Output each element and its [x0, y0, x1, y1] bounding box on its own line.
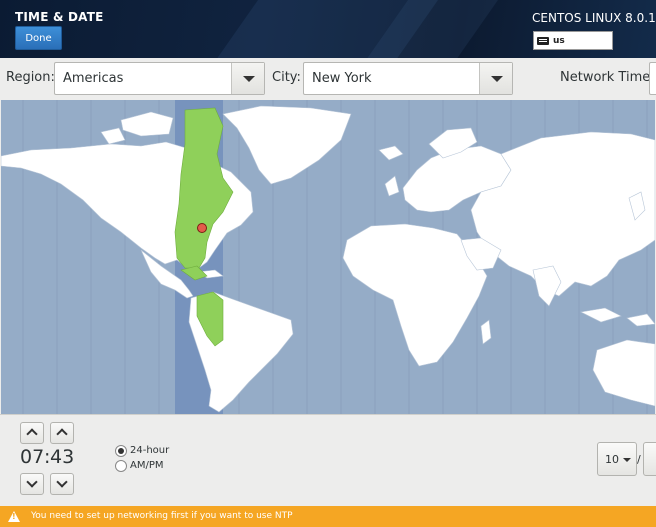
world-map-svg[interactable] [1, 100, 655, 414]
landmasses [1, 105, 655, 413]
minutes-decrease-button[interactable] [50, 473, 74, 495]
format-24-hour-radio[interactable] [115, 445, 127, 457]
city-location-pin-icon[interactable] [197, 223, 207, 233]
city-value: New York [312, 71, 372, 86]
hours-value: 07 [20, 446, 45, 468]
minutes-value: 43 [50, 446, 75, 468]
page-title: TIME & DATE [15, 10, 104, 24]
region-label: Region: [6, 70, 55, 85]
month-dropdown-arrow-icon [623, 458, 631, 462]
timezone-selector-row: Region: Americas City: New York Network … [0, 58, 656, 100]
header-bar: TIME & DATE Done CENTOS LINUX 8.0.1905 u… [0, 0, 656, 58]
hours-increase-button[interactable] [20, 422, 44, 444]
product-title: CENTOS LINUX 8.0.1905 [532, 11, 656, 25]
ntp-warning-bar: You need to set up networking first if y… [0, 506, 656, 527]
network-time-switch[interactable] [649, 62, 656, 95]
city-dropdown-arrow-icon[interactable] [479, 63, 512, 94]
format-ampm-radio[interactable] [115, 460, 127, 472]
region-combo[interactable]: Americas [54, 62, 265, 95]
keyboard-layout-label: us [553, 35, 565, 46]
timezone-map[interactable] [1, 100, 655, 414]
done-button[interactable]: Done [15, 26, 62, 50]
keyboard-layout-indicator[interactable]: us [533, 31, 613, 50]
format-ampm-label: AM/PM [130, 460, 164, 471]
keyboard-icon [537, 36, 549, 45]
warning-text: You need to set up networking first if y… [31, 511, 293, 521]
city-combo[interactable]: New York [303, 62, 513, 95]
time-controls: 07 : 43 24-hour AM/PM 10 / [0, 414, 656, 506]
region-dropdown-arrow-icon[interactable] [231, 63, 264, 94]
city-label: City: [272, 70, 301, 85]
format-24-hour-label: 24-hour [130, 445, 170, 456]
minutes-increase-button[interactable] [50, 422, 74, 444]
month-combo[interactable]: 10 [597, 442, 637, 476]
month-value: 10 [605, 453, 619, 466]
hours-decrease-button[interactable] [20, 473, 44, 495]
network-time-label: Network Time [560, 70, 651, 85]
warning-icon [8, 511, 20, 522]
region-value: Americas [63, 71, 124, 86]
day-combo[interactable] [643, 442, 656, 476]
date-separator: / [637, 453, 641, 466]
